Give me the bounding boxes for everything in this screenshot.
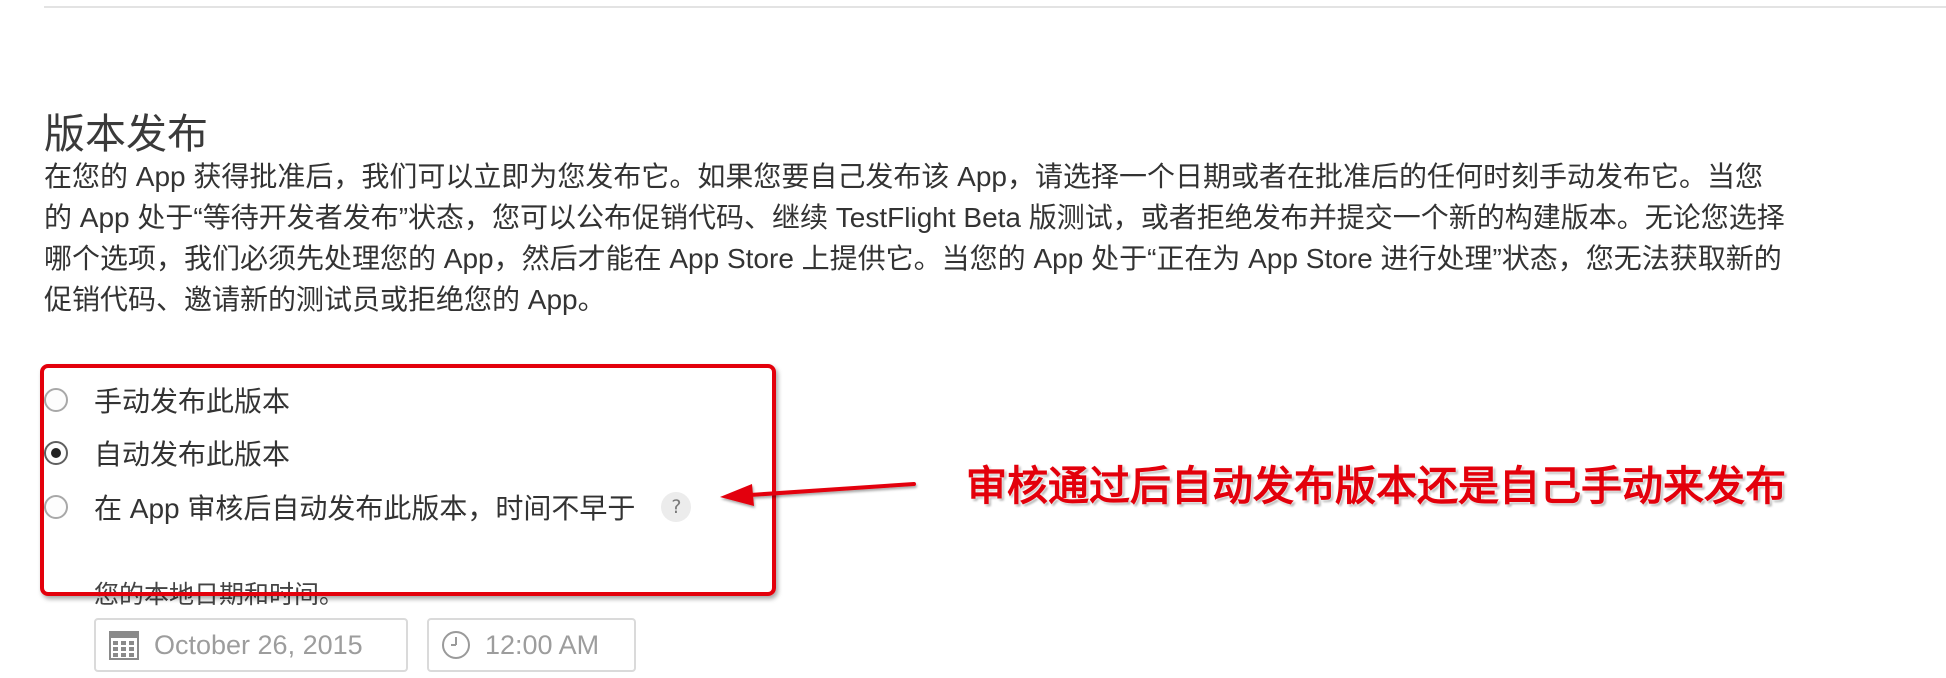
release-date-field[interactable]: October 26, 2015 bbox=[94, 618, 408, 672]
description-line: 哪个选项，我们必须先处理您的 App，然后才能在 App Store 上提供它。… bbox=[44, 243, 1782, 274]
release-date-value: October 26, 2015 bbox=[154, 629, 363, 660]
calendar-icon bbox=[109, 631, 139, 660]
description-line: 在您的 App 获得批准后，我们可以立即为您发布它。如果您要自己发布该 App，… bbox=[44, 161, 1763, 192]
description-line: 促销代码、邀请新的测试员或拒绝您的 App。 bbox=[44, 284, 606, 315]
annotation-arrow bbox=[720, 482, 916, 506]
section-divider bbox=[44, 6, 1946, 8]
release-time-value: 12:00 AM bbox=[485, 629, 600, 660]
annotation-highlight-box bbox=[40, 364, 776, 596]
section-title: 版本发布 bbox=[44, 111, 208, 158]
section-description: 在您的 App 获得批准后，我们可以立即为您发布它。如果您要自己发布该 App，… bbox=[44, 156, 1924, 320]
clock-icon bbox=[442, 631, 470, 659]
description-line: 的 App 处于“等待开发者发布”状态，您可以公布促销代码、继续 TestFli… bbox=[44, 202, 1785, 233]
annotation-note: 审核通过后自动发布版本还是自己手动来发布 bbox=[966, 463, 1786, 509]
release-time-field[interactable]: 12:00 AM bbox=[427, 618, 636, 672]
version-release-page: 版本发布 在您的 App 获得批准后，我们可以立即为您发布它。如果您要自己发布该… bbox=[0, 0, 1946, 678]
